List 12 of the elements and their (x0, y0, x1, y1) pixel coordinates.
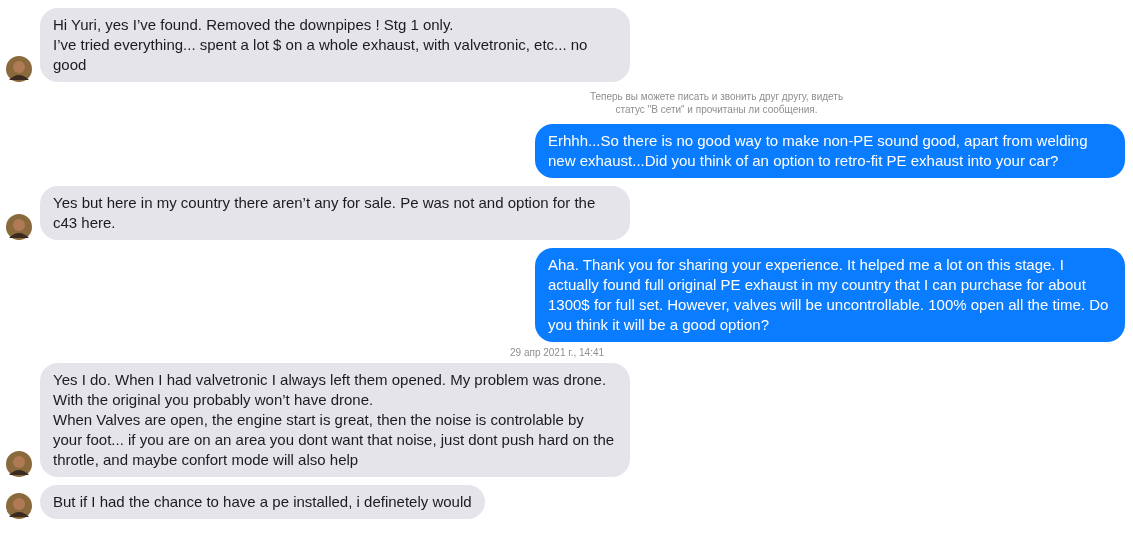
message-bubble: Erhhh...So there is no good way to make non-PE sound good, apart from welding new exhaust...Did you think of an option to retro-fit PE exhaust into your car? (535, 124, 1125, 178)
message-bubble: Yes but here in my country there aren’t any for sale. Pe was not and option for the c43 here. (40, 186, 630, 240)
message-bubble: Hi Yuri, yes I’ve found. Removed the downpipes ! Stg 1 only. I’ve tried everything... spent a lot $ on a whole exhaust, with valvetronic, etc... no good (40, 8, 630, 82)
message-bubble: But if I had the chance to have a pe installed, i definetely would (40, 485, 485, 519)
avatar-icon (6, 56, 32, 82)
message-bubble: Yes I do. When I had valvetronic I always left them opened. My problem was drone. With the original you probably won’t have drone. When Valves are open, the engine start is great, then the noise is controlable by your foot... if you are on an area you dont want that noise, just dont push hard on the throtle, and maybe confort mode will also help (40, 363, 630, 477)
avatar-icon (6, 451, 32, 477)
system-notice: Теперь вы можете писать и звонить друг другу, видеть статус "В сети" и прочитаны ли сообщения. (588, 90, 845, 116)
avatar-icon (6, 493, 32, 519)
timestamp: 29 апр 2021 г., 14:41 (510, 346, 605, 359)
message-bubble: Aha. Thank you for sharing your experience. It helped me a lot on this stage. I actually found full original PE exhaust in my country that I can purchase for about 1300$ for full set. However, valves will be uncontrollable. 100% open all the time. Do you think it will be a good option? (535, 248, 1125, 342)
avatar-icon (6, 214, 32, 240)
